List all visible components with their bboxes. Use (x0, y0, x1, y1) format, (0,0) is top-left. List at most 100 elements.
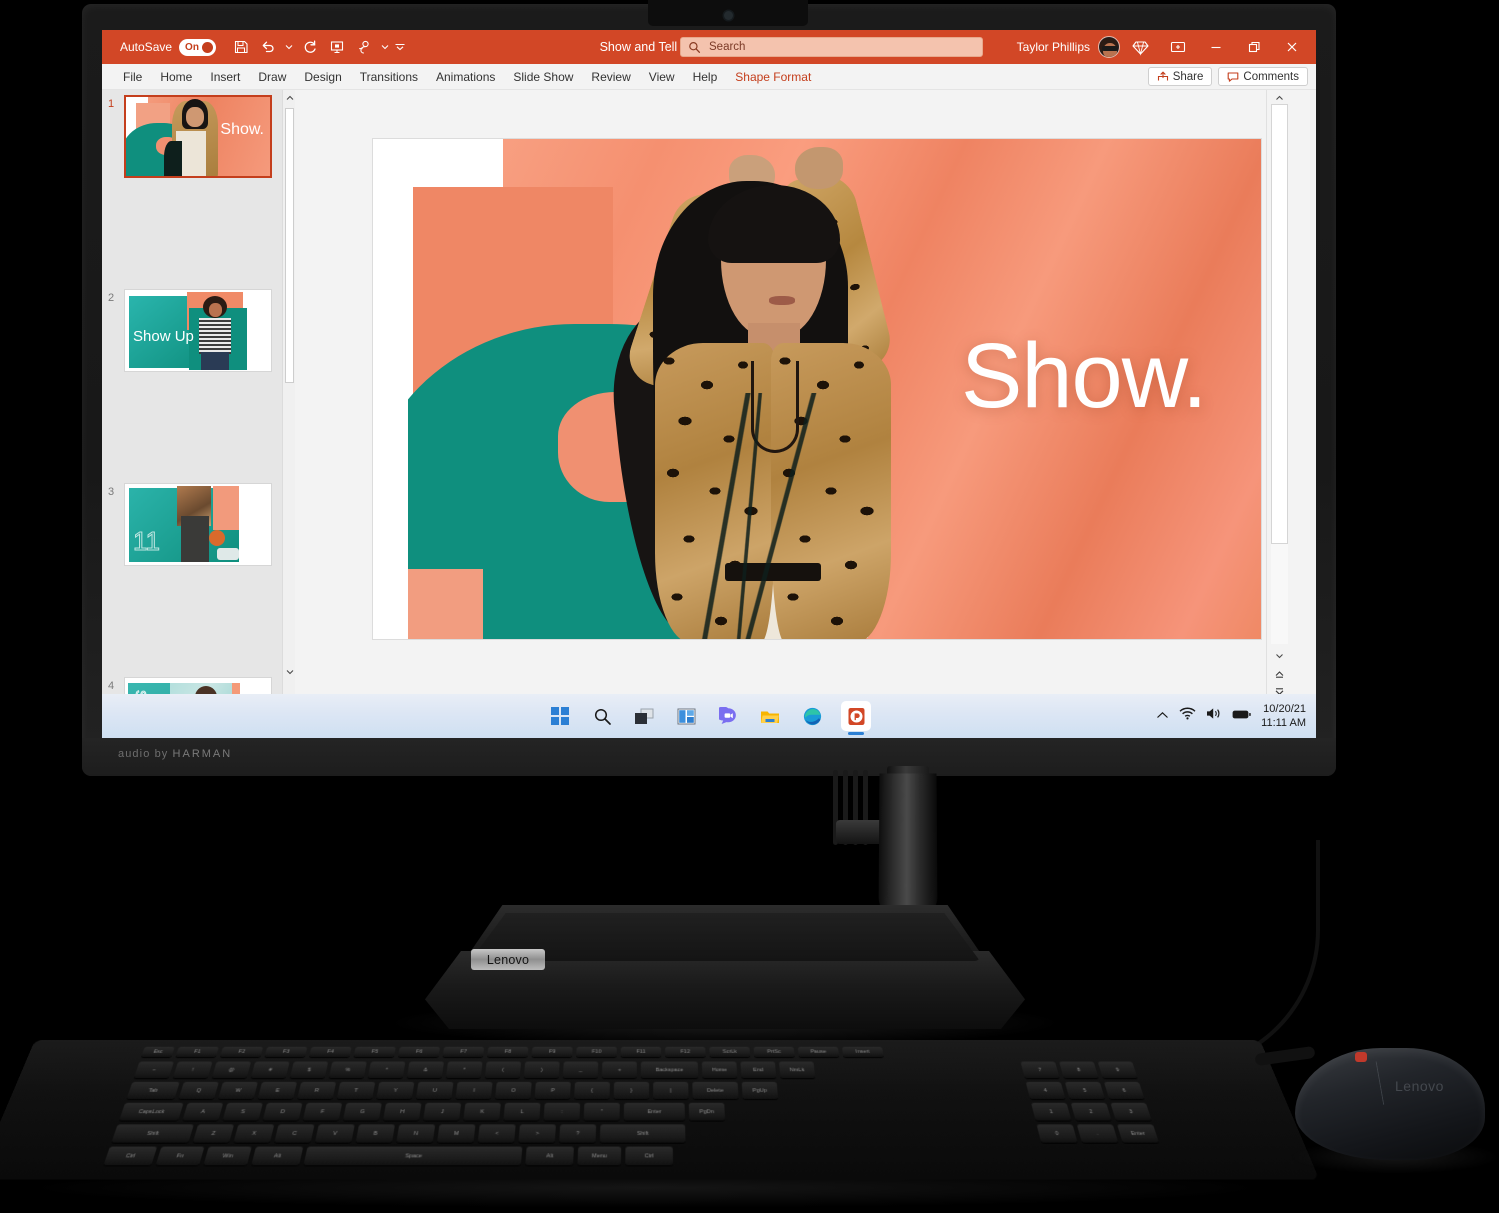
key-f7[interactable]: F7 (442, 1046, 485, 1058)
key-m[interactable]: M (436, 1124, 476, 1143)
key--[interactable]: > (518, 1124, 556, 1143)
key-f1[interactable]: F1 (175, 1046, 219, 1058)
key-a[interactable]: A (182, 1102, 224, 1121)
key--[interactable]: ! (172, 1061, 213, 1079)
key-6[interactable]: 6 (1103, 1081, 1145, 1100)
key-f9[interactable]: F9 (531, 1046, 573, 1058)
key-h[interactable]: H (382, 1102, 422, 1121)
key-prtsc[interactable]: PrtSc (753, 1046, 795, 1058)
key-f8[interactable]: F8 (487, 1046, 529, 1058)
key-fn[interactable]: Fn (155, 1146, 205, 1166)
save-icon[interactable] (228, 35, 253, 60)
share-button[interactable]: Share (1147, 67, 1213, 86)
key-q[interactable]: Q (178, 1081, 219, 1100)
key-pgdn[interactable]: PgDn (688, 1102, 726, 1121)
key-shift[interactable]: Shift (599, 1124, 686, 1143)
key--[interactable]: ~ (133, 1061, 175, 1079)
key-v[interactable]: V (314, 1124, 355, 1143)
chat-icon[interactable] (715, 703, 741, 729)
key-scrlk[interactable]: ScrLk (709, 1046, 751, 1058)
key-z[interactable]: Z (192, 1124, 235, 1143)
file-explorer-icon[interactable] (757, 703, 783, 729)
key-p[interactable]: P (534, 1081, 571, 1100)
key--[interactable]: } (613, 1081, 650, 1100)
avatar[interactable] (1098, 36, 1120, 58)
key-x[interactable]: X (233, 1124, 275, 1143)
key-ctrl[interactable]: Ctrl (103, 1146, 158, 1166)
thumbnail-image[interactable]: Show Up (124, 289, 272, 372)
key--[interactable]: | (653, 1081, 689, 1100)
key-l[interactable]: L (503, 1102, 541, 1121)
previous-slide-icon[interactable] (1271, 666, 1288, 682)
undo-caret-icon[interactable] (282, 35, 295, 60)
key-1[interactable]: 1 (1031, 1102, 1072, 1121)
tab-draw[interactable]: Draw (249, 64, 295, 90)
start-icon[interactable] (547, 703, 573, 729)
key-pause[interactable]: Pause (797, 1046, 840, 1058)
restore-icon[interactable] (1236, 30, 1272, 64)
thumbnail-scrollbar[interactable] (282, 90, 295, 708)
key-alt[interactable]: Alt (525, 1146, 574, 1166)
key-f6[interactable]: F6 (398, 1046, 441, 1058)
key-w[interactable]: W (218, 1081, 258, 1100)
key-o[interactable]: O (494, 1081, 532, 1100)
key-capslock[interactable]: CapsLock (118, 1102, 184, 1121)
key-c[interactable]: C (274, 1124, 315, 1143)
key-enter[interactable]: Enter (623, 1102, 685, 1121)
slide-vertical-scrollbar[interactable] (1266, 90, 1291, 708)
scroll-thumb[interactable] (285, 108, 294, 383)
key--[interactable]: ^ (367, 1061, 406, 1079)
key--[interactable]: " (583, 1102, 620, 1121)
key-s[interactable]: S (222, 1102, 263, 1121)
scroll-up-icon[interactable] (283, 90, 295, 106)
current-slide[interactable]: Show. (373, 139, 1261, 639)
key-e[interactable]: E (257, 1081, 298, 1100)
key-home[interactable]: Home (701, 1061, 738, 1079)
key-f10[interactable]: F10 (576, 1046, 617, 1058)
key-5[interactable]: 5 (1064, 1081, 1106, 1100)
key-d[interactable]: D (262, 1102, 303, 1121)
key--[interactable]: ? (559, 1124, 597, 1143)
key-9[interactable]: 9 (1097, 1061, 1138, 1079)
close-icon[interactable] (1274, 30, 1310, 64)
tab-animations[interactable]: Animations (427, 64, 504, 90)
key-enter[interactable]: Enter (1116, 1124, 1160, 1143)
search-input[interactable]: Search (680, 37, 983, 57)
key-insert[interactable]: Insert (841, 1046, 884, 1058)
key--[interactable]: $ (289, 1061, 329, 1079)
key-t[interactable]: T (336, 1081, 376, 1100)
comments-button[interactable]: Comments (1218, 67, 1308, 86)
key--[interactable]: < (477, 1124, 516, 1143)
key-ctrl[interactable]: Ctrl (625, 1146, 674, 1166)
key-2[interactable]: 2 (1070, 1102, 1112, 1121)
key-4[interactable]: 4 (1025, 1081, 1066, 1100)
slide-title-text[interactable]: Show. (961, 324, 1208, 429)
start-from-beginning-icon[interactable] (324, 35, 349, 60)
touch-caret-icon[interactable] (378, 35, 391, 60)
key-shift[interactable]: Shift (111, 1124, 194, 1143)
thumbnail-slide-1[interactable]: 1 Show. (102, 90, 295, 187)
tab-file[interactable]: File (114, 64, 151, 90)
scroll-down-icon[interactable] (283, 664, 295, 680)
key-tab[interactable]: Tab (126, 1081, 180, 1100)
slide-editing-pane[interactable]: Show. (295, 90, 1291, 708)
key-end[interactable]: End (740, 1061, 777, 1079)
key-f2[interactable]: F2 (219, 1046, 264, 1058)
tab-view[interactable]: View (640, 64, 684, 90)
powerpoint-icon[interactable] (841, 701, 871, 735)
key--[interactable]: ) (523, 1061, 560, 1079)
thumbnail-image[interactable]: Show. (124, 95, 272, 178)
slide-thumbnail-panel[interactable]: 1 Show. 2 Show Up 3 11 4 (102, 90, 295, 708)
key-nmlk[interactable]: NmLk (778, 1061, 816, 1079)
key--[interactable]: ( (484, 1061, 522, 1079)
thumbnail-slide-3[interactable]: 3 11 (102, 478, 295, 575)
key-f12[interactable]: F12 (665, 1046, 706, 1058)
search-icon[interactable] (589, 703, 615, 729)
key-j[interactable]: J (423, 1102, 462, 1121)
key-f[interactable]: F (302, 1102, 343, 1121)
thumbnail-slide-2[interactable]: 2 Show Up (102, 284, 295, 381)
touch-mode-icon[interactable] (351, 35, 376, 60)
thumbnail-image[interactable]: 11 (124, 483, 272, 566)
key-y[interactable]: Y (376, 1081, 415, 1100)
tab-home[interactable]: Home (151, 64, 201, 90)
